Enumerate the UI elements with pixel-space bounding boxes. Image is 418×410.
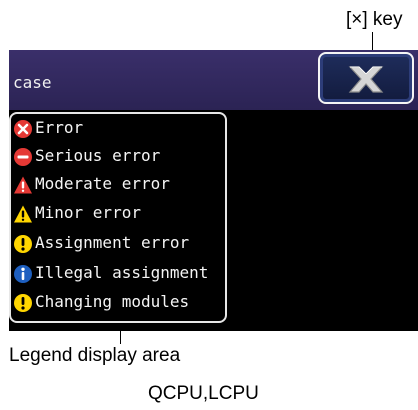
x-key-callout: [×] key bbox=[346, 9, 403, 30]
window-title: case bbox=[13, 73, 52, 92]
close-icon bbox=[348, 66, 384, 93]
illegal-assignment-icon bbox=[14, 265, 32, 283]
close-key-button[interactable] bbox=[318, 52, 414, 104]
legend-item-error: Error bbox=[13, 116, 223, 142]
legend-label: Error bbox=[35, 118, 84, 137]
minor-error-icon bbox=[14, 205, 32, 223]
legend-label: Minor error bbox=[35, 203, 141, 222]
legend-display-area: Error Serious error Moderate error Minor… bbox=[9, 112, 227, 323]
error-icon bbox=[14, 120, 32, 138]
legend-item-illegal-assignment: Illegal assignment bbox=[13, 261, 223, 287]
legend-item-moderate-error: Moderate error bbox=[13, 172, 223, 198]
legend-leader-line bbox=[120, 323, 121, 344]
legend-label: Serious error bbox=[35, 146, 161, 165]
got-screen: case Error Serious error Moderate error … bbox=[9, 50, 418, 331]
legend-item-minor-error: Minor error bbox=[13, 201, 223, 227]
legend-display-area-callout: Legend display area bbox=[9, 345, 181, 366]
legend-label: Illegal assignment bbox=[35, 263, 209, 282]
assignment-error-icon bbox=[14, 235, 32, 253]
moderate-error-icon bbox=[14, 176, 32, 194]
legend-label: Assignment error bbox=[35, 233, 190, 252]
serious-error-icon bbox=[14, 148, 32, 166]
legend-label: Changing modules bbox=[35, 292, 190, 311]
changing-modules-icon bbox=[14, 294, 32, 312]
cpu-caption: QCPU,LCPU bbox=[148, 383, 259, 404]
title-bar: case bbox=[9, 50, 418, 110]
legend-item-changing-modules: Changing modules bbox=[13, 290, 223, 316]
legend-item-assignment-error: Assignment error bbox=[13, 231, 223, 257]
legend-item-serious-error: Serious error bbox=[13, 144, 223, 170]
legend-label: Moderate error bbox=[35, 174, 170, 193]
